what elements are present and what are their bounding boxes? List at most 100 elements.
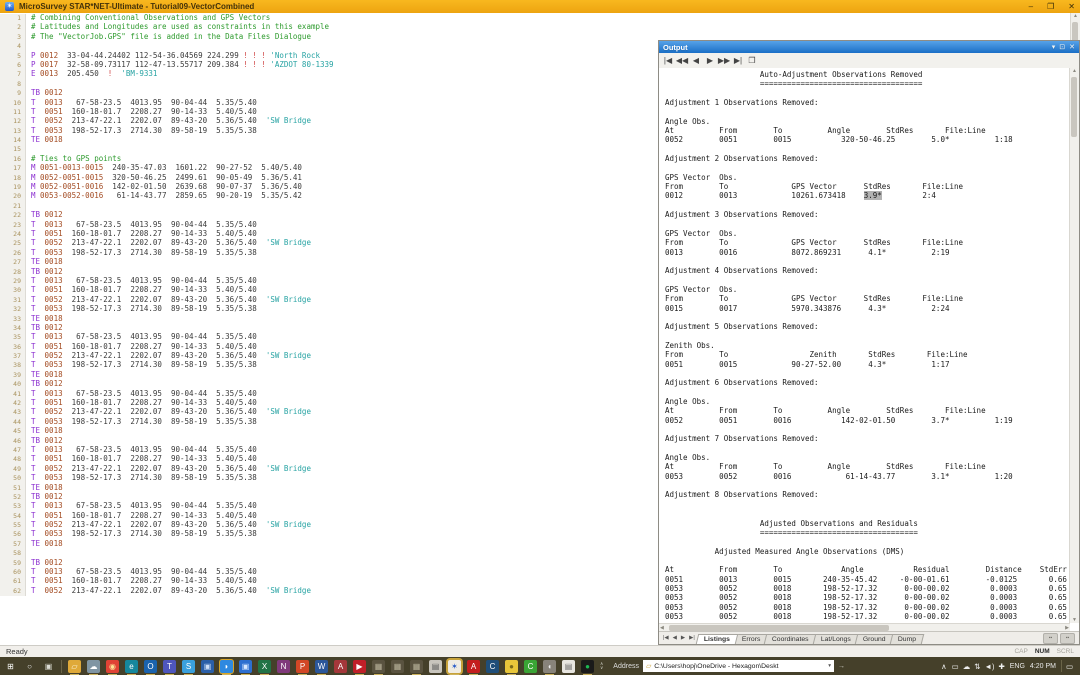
prev-section-icon[interactable]: ◀◀ (676, 55, 688, 67)
next-page-icon[interactable]: ▶ (704, 55, 716, 67)
output-line (665, 201, 1070, 210)
status-message: Ready (6, 647, 28, 656)
taskbar-app-photos[interactable]: ▣ (239, 660, 252, 673)
output-tab-nav-icon[interactable]: ▶| (687, 635, 697, 641)
panel-close-icon[interactable]: ✕ (1069, 43, 1075, 51)
output-line: Adjustment 6 Observations Removed: (665, 378, 1070, 387)
output-line: 0013 0016 8072.869231 4.1* 2:19 (665, 248, 1070, 257)
output-line: From To GPS Vector StdRes File:Line (665, 294, 1070, 303)
output-line (665, 537, 1070, 546)
taskbar-app-access[interactable]: A (334, 660, 347, 673)
editor-panel: Tutorial09-VectorCombined.datxTutorial08… (0, 0, 361, 605)
output-line: Adjustment 4 Observations Removed: (665, 266, 1070, 275)
output-line (665, 145, 1070, 154)
output-line: Zenith Obs. (665, 341, 1070, 350)
taskbar-app-outlook[interactable]: O (144, 660, 157, 673)
output-line (665, 444, 1070, 453)
output-toolbutton-1[interactable]: ▪▪ (1043, 633, 1058, 644)
taskbar-app-tool1[interactable]: ▦ (372, 660, 385, 673)
output-tab-dump[interactable]: Dump (889, 634, 924, 644)
output-header[interactable]: Output ▾ ⊡ ✕ (659, 41, 1079, 53)
output-line: Angle Obs. (665, 117, 1070, 126)
output-tab-listings[interactable]: Listings (696, 634, 739, 644)
taskbar-app-onedrive[interactable]: ☁ (87, 660, 100, 673)
tray-onedrive-icon[interactable]: ☁ (963, 662, 971, 671)
output-panel: Output ▾ ⊡ ✕ |◀◀◀◀▶▶▶▶|❐ Auto-Adjustment… (658, 40, 1080, 645)
maximize-button[interactable]: ❐ (1047, 2, 1054, 11)
taskbar-app-yellow[interactable]: ● (505, 660, 518, 673)
output-text-area[interactable]: Auto-Adjustment Observations Removed ===… (659, 68, 1070, 623)
output-line: Angle Obs. (665, 453, 1070, 462)
taskbar-app-edge[interactable]: e (125, 660, 138, 673)
output-line: At From To Angle StdRes File:Line (665, 126, 1070, 135)
taskbar-app-notes[interactable]: ▤ (562, 660, 575, 673)
close-button[interactable]: ✕ (1068, 2, 1075, 11)
panel-pin-icon[interactable]: ⊡ (1059, 43, 1065, 51)
start-button[interactable]: ⊞ (4, 660, 17, 673)
taskbar: ⊞○▣ ▱☁◉eOTS▣◗▣XNPWA▶▦▦▦▤✶AC●C◖▤● ∧∨ Addr… (0, 657, 1080, 675)
output-tab-bar: |◀◀▶▶|ListingsErrorsCoordinatesLat/Longs… (659, 631, 1079, 644)
output-line (665, 509, 1070, 518)
output-line (665, 481, 1070, 490)
taskbar-app-stream[interactable]: ▶ (353, 660, 366, 673)
taskbar-app-teams[interactable]: T (163, 660, 176, 673)
taskbar-app-chrome[interactable]: ◉ (106, 660, 119, 673)
task-view-button[interactable]: ▣ (42, 660, 55, 673)
output-tab-nav-icon[interactable]: ▶ (679, 635, 687, 641)
taskbar-app-notepad[interactable]: ▤ (429, 660, 442, 673)
search-button[interactable]: ○ (23, 660, 36, 673)
output-line: 0051 0015 90-27-52.00 4.3* 1:17 (665, 360, 1070, 369)
taskbar-app-starnet[interactable]: ✶ (448, 660, 461, 673)
output-tab-ground[interactable]: Ground (855, 634, 894, 644)
output-line: GPS Vector Obs. (665, 229, 1070, 238)
tray-security-icon[interactable]: ✚ (998, 662, 1004, 671)
tray-chevron-icon[interactable]: ∧ (941, 662, 947, 671)
taskbar-app-explorer[interactable]: ▱ (68, 660, 81, 673)
output-tab-nav-icon[interactable]: |◀ (661, 635, 671, 641)
taskbar-overflow-spinner[interactable]: ∧∨ (600, 662, 603, 671)
taskbar-app-messenger[interactable]: ◗ (220, 660, 233, 673)
last-page-icon[interactable]: ▶| (732, 55, 744, 67)
output-title: Output (663, 43, 688, 52)
highlighted-value: 3.9* (864, 191, 882, 200)
output-line: Adjusted Observations and Residuals (665, 519, 1070, 528)
address-dropdown-icon[interactable]: ▾ (828, 663, 831, 669)
taskbar-app-chat[interactable]: ◖ (543, 660, 556, 673)
clock[interactable]: 4:20 PM (1030, 663, 1056, 670)
prev-page-icon[interactable]: ◀ (690, 55, 702, 67)
output-line: 0052 0051 0015 320-50-46.25 5.0* 1:18 (665, 135, 1070, 144)
taskbar-app-onenote[interactable]: N (277, 660, 290, 673)
taskbar-app-tool2[interactable]: ▦ (391, 660, 404, 673)
address-go-button[interactable]: → (838, 663, 845, 670)
output-tab-nav-icon[interactable]: ◀ (671, 635, 679, 641)
taskbar-app-tool3[interactable]: ▦ (410, 660, 423, 673)
taskbar-app-acrobat[interactable]: A (467, 660, 480, 673)
taskbar-app-powerpoint[interactable]: P (296, 660, 309, 673)
address-input[interactable]: ▱ C:\Users\hopj\OneDrive - Hexagon\Deskt… (643, 660, 834, 672)
minimize-button[interactable]: – (1029, 2, 1033, 11)
page-setup-icon[interactable]: ❐ (746, 55, 758, 67)
notification-center-icon[interactable]: ▭ (1061, 660, 1076, 672)
output-toolbutton-2[interactable]: ▪▪ (1060, 633, 1075, 644)
output-tab-latlongs[interactable]: Lat/Longs (813, 634, 859, 644)
tray-display-icon[interactable]: ▭ (952, 662, 959, 671)
taskbar-app-spotify[interactable]: ● (581, 660, 594, 673)
tray-network-icon[interactable]: ⇅ (974, 662, 980, 671)
taskbar-app-blueC[interactable]: C (486, 660, 499, 673)
next-section-icon[interactable]: ▶▶ (718, 55, 730, 67)
taskbar-divider (61, 660, 62, 673)
taskbar-app-word[interactable]: W (315, 660, 328, 673)
tray-volume-icon[interactable]: ◄) (985, 662, 995, 671)
panel-menu-icon[interactable]: ▾ (1052, 43, 1056, 51)
taskbar-app-greenC[interactable]: C (524, 660, 537, 673)
status-bar: Ready CAPNUMSCRL (0, 645, 1080, 657)
taskbar-app-blue1[interactable]: ▣ (201, 660, 214, 673)
language-indicator[interactable]: ENG (1010, 663, 1025, 670)
taskbar-app-excel[interactable]: X (258, 660, 271, 673)
output-vertical-scrollbar[interactable]: ▲▼ (1069, 68, 1079, 623)
taskbar-app-skype[interactable]: S (182, 660, 195, 673)
output-tab-coordinates[interactable]: Coordinates (764, 634, 817, 644)
output-line (665, 556, 1070, 565)
output-line: From To GPS Vector StdRes File:Line (665, 182, 1070, 191)
first-page-icon[interactable]: |◀ (662, 55, 674, 67)
